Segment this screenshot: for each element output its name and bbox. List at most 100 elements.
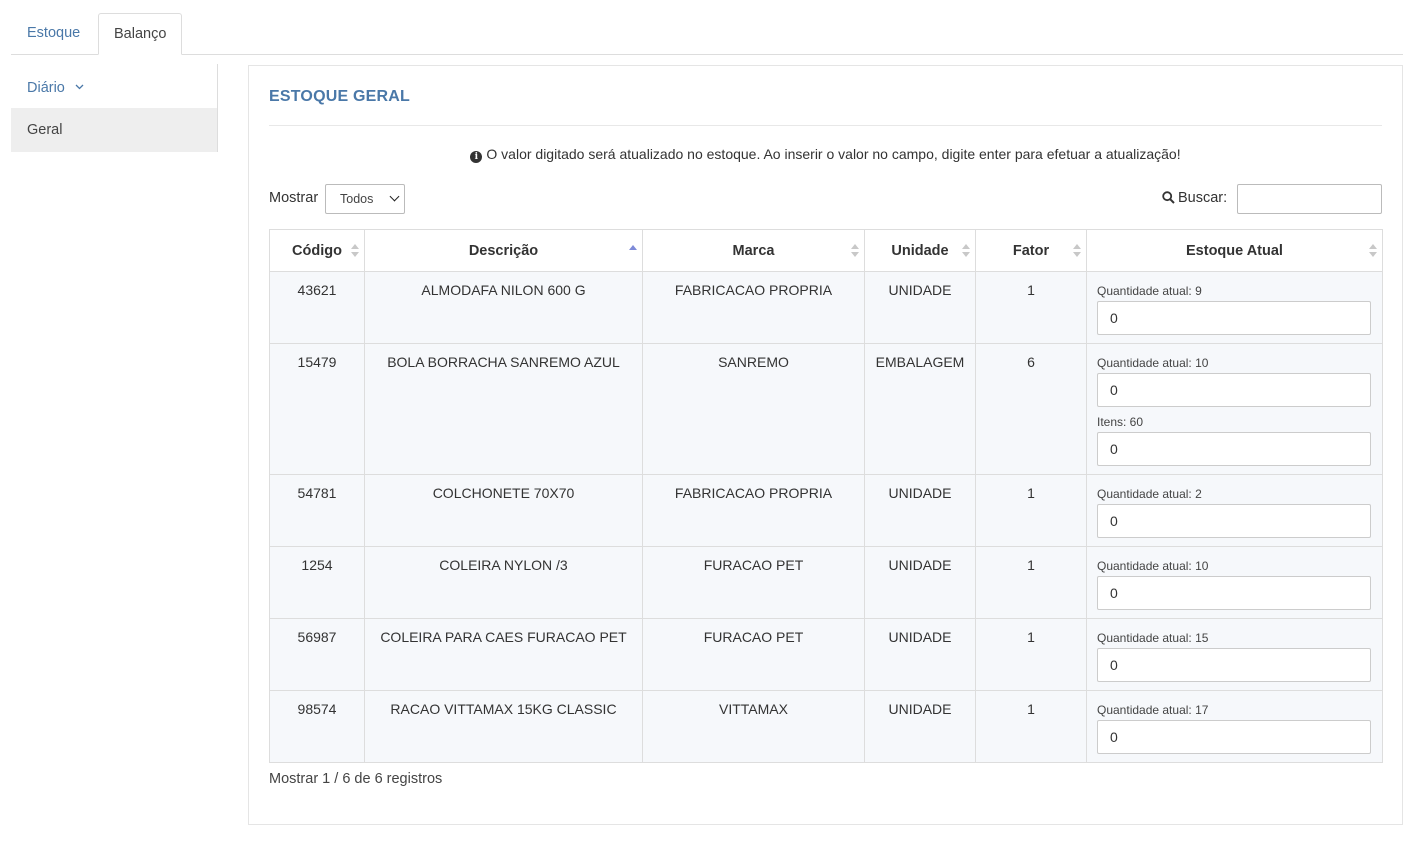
quantity-current-label: Quantidade atual: 10 [1097,356,1209,370]
cell-marca: VITTAMAX [642,690,865,763]
table-row: 56987 COLEIRA PARA CAES FURACAO PET FURA… [269,618,1383,691]
cell-descricao: ALMODAFA NILON 600 G [364,271,643,344]
quantity-current-label: Quantidade atual: 9 [1097,284,1202,298]
quantity-input[interactable]: 0 [1097,301,1371,335]
cell-marca: SANREMO [642,343,865,475]
quantity-current-label: Quantidade atual: 10 [1097,559,1209,573]
cell-unidade: UNIDADE [864,474,976,547]
chevron-down-icon [75,64,84,108]
sidebar-item-diario[interactable]: Diário [11,64,217,108]
column-header-label: Estoque Atual [1186,242,1283,259]
items-input[interactable]: 0 [1097,432,1371,466]
search-input[interactable] [1237,184,1382,214]
cell-estoque-atual: Quantidade atual: 9 0 [1086,271,1383,344]
page-title: ESTOQUE GERAL [269,88,410,105]
cell-unidade: UNIDADE [864,690,976,763]
sort-icon [962,244,970,258]
column-header-label: Código [292,242,342,259]
column-header-codigo[interactable]: Código [269,229,365,272]
cell-estoque-atual: Quantidade atual: 10 0 [1086,546,1383,619]
search-label: Buscar: [1178,190,1228,206]
cell-descricao: COLCHONETE 70X70 [364,474,643,547]
quantity-input[interactable]: 0 [1097,373,1371,407]
cell-marca: FURACAO PET [642,618,865,691]
cell-codigo: 43621 [269,271,365,344]
pagination-info: Mostrar 1 / 6 de 6 registros [269,771,443,787]
table-header-row: Código Descrição Marca Unidade Fator Est… [269,229,1383,272]
cell-marca: FABRICACAO PROPRIA [642,474,865,547]
info-text: O valor digitado será atualizado no esto… [486,146,1181,162]
cell-fator: 1 [975,618,1087,691]
cell-descricao: RACAO VITTAMAX 15KG CLASSIC [364,690,643,763]
chevron-down-icon [389,191,400,202]
quantity-current-label: Quantidade atual: 15 [1097,631,1209,645]
table-row: 98574 RACAO VITTAMAX 15KG CLASSIC VITTAM… [269,690,1383,763]
column-header-label: Descrição [468,242,539,259]
sidebar-item-label: Geral [27,122,63,138]
cell-descricao: COLEIRA PARA CAES FURACAO PET [364,618,643,691]
quantity-current-label: Quantidade atual: 2 [1097,487,1202,501]
sidebar: Diário Geral [11,64,218,152]
sort-icon [851,244,859,258]
show-label: Mostrar [269,190,319,206]
cell-marca: FURACAO PET [642,546,865,619]
cell-unidade: EMBALAGEM [864,343,976,475]
cell-codigo: 56987 [269,618,365,691]
column-header-label: Unidade [891,242,949,259]
search-label-wrap: Buscar: [1162,190,1227,208]
divider [269,125,1382,126]
column-header-marca[interactable]: Marca [642,229,865,272]
sort-icon [1073,244,1081,258]
cell-fator: 1 [975,474,1087,547]
cell-codigo: 54781 [269,474,365,547]
sort-icon [351,244,359,258]
column-header-unidade[interactable]: Unidade [864,229,976,272]
cell-codigo: 98574 [269,690,365,763]
column-header-descricao[interactable]: Descrição [364,229,643,272]
table-row: 15479 BOLA BORRACHA SANREMO AZUL SANREMO… [269,343,1383,475]
column-header-label: Fator [1012,242,1050,259]
column-header-label: Marca [732,242,775,259]
cell-estoque-atual: Quantidade atual: 2 0 [1086,474,1383,547]
tab-bar: Estoque Balanço [11,13,1403,55]
main-panel: ESTOQUE GERAL iO valor digitado será atu… [248,65,1403,825]
info-message: iO valor digitado será atualizado no est… [269,146,1382,163]
cell-fator: 1 [975,690,1087,763]
cell-fator: 1 [975,271,1087,344]
tab-balanco[interactable]: Balanço [98,13,183,55]
page-size-select[interactable]: Todos [325,184,405,214]
cell-marca: FABRICACAO PROPRIA [642,271,865,344]
cell-descricao: BOLA BORRACHA SANREMO AZUL [364,343,643,475]
sidebar-item-geral[interactable]: Geral [11,108,217,152]
cell-fator: 1 [975,546,1087,619]
table-row: 54781 COLCHONETE 70X70 FABRICACAO PROPRI… [269,474,1383,547]
sort-ascending-icon [629,244,637,258]
quantity-current-label: Quantidade atual: 17 [1097,703,1209,717]
cell-codigo: 1254 [269,546,365,619]
cell-unidade: UNIDADE [864,271,976,344]
cell-estoque-atual: Quantidade atual: 15 0 [1086,618,1383,691]
sort-icon [1369,244,1377,258]
search-icon [1162,191,1175,208]
table-row: 1254 COLEIRA NYLON /3 FURACAO PET UNIDAD… [269,546,1383,619]
cell-codigo: 15479 [269,343,365,475]
quantity-input[interactable]: 0 [1097,720,1371,754]
cell-unidade: UNIDADE [864,546,976,619]
cell-estoque-atual: Quantidade atual: 17 0 [1086,690,1383,763]
column-header-estoque-atual[interactable]: Estoque Atual [1086,229,1383,272]
info-circle-icon: i [470,151,483,163]
cell-unidade: UNIDADE [864,618,976,691]
stock-table: Código Descrição Marca Unidade Fator Est… [269,229,1383,763]
tab-estoque[interactable]: Estoque [11,13,96,55]
quantity-input[interactable]: 0 [1097,648,1371,682]
quantity-input[interactable]: 0 [1097,576,1371,610]
sidebar-item-label: Diário [27,80,65,96]
table-row: 43621 ALMODAFA NILON 600 G FABRICACAO PR… [269,271,1383,344]
quantity-input[interactable]: 0 [1097,504,1371,538]
page-size-value: Todos [340,192,374,206]
cell-descricao: COLEIRA NYLON /3 [364,546,643,619]
items-label: Itens: 60 [1097,415,1144,429]
column-header-fator[interactable]: Fator [975,229,1087,272]
cell-fator: 6 [975,343,1087,475]
cell-estoque-atual: Quantidade atual: 10 0 Itens: 60 0 [1086,343,1383,475]
